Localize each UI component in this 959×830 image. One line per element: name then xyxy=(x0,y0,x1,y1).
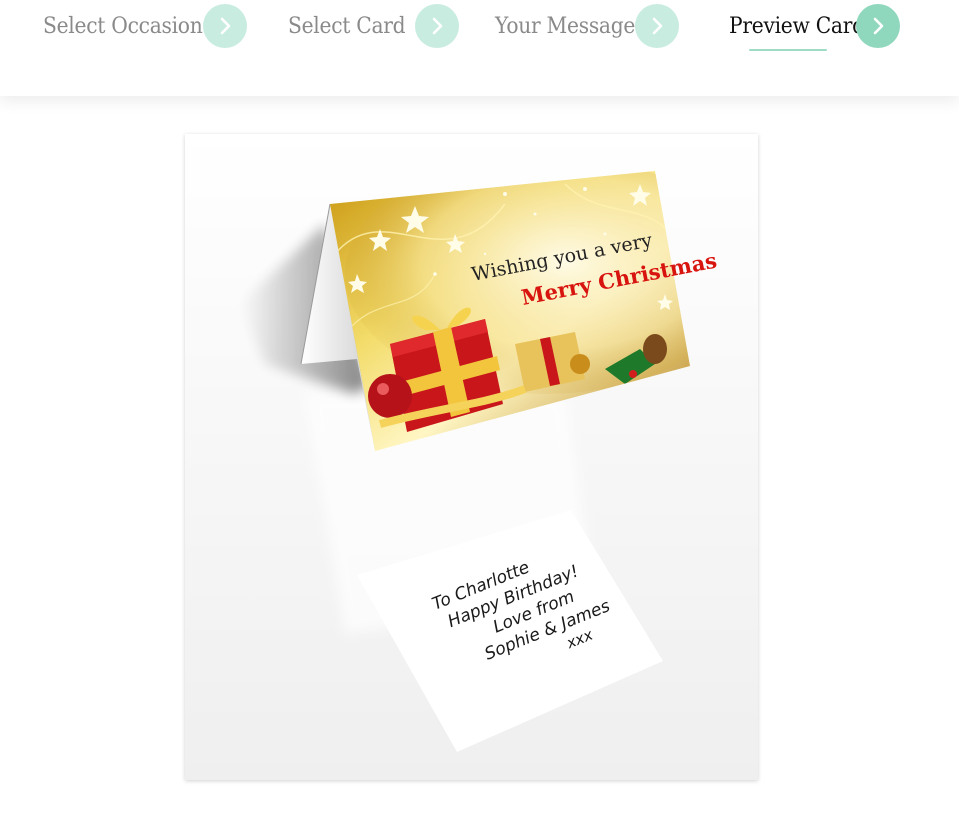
step-label: Select Card xyxy=(288,13,406,39)
step-your-message[interactable]: Your Message xyxy=(495,0,679,52)
chevron-right-icon[interactable] xyxy=(856,4,900,48)
step-progress-bar: Select Occasion Select Card Your Message… xyxy=(0,0,959,96)
chevron-right-icon[interactable] xyxy=(635,4,679,48)
step-label: Select Occasion xyxy=(43,13,203,39)
step-select-occasion[interactable]: Select Occasion xyxy=(43,0,247,52)
step-preview-card[interactable]: Preview Card xyxy=(729,0,900,52)
card-preview-panel: Wishing you a very Merry Christmas To Ch… xyxy=(185,134,758,780)
christmas-card-front: Wishing you a very Merry Christmas xyxy=(330,171,719,451)
chevron-right-icon[interactable] xyxy=(203,4,247,48)
step-select-card[interactable]: Select Card xyxy=(288,0,459,52)
step-label: Preview Card xyxy=(729,13,865,39)
chevron-right-icon[interactable] xyxy=(415,4,459,48)
card-preview-illustration: Wishing you a very Merry Christmas To Ch… xyxy=(240,171,719,752)
active-step-underline xyxy=(749,49,827,51)
step-label: Your Message xyxy=(495,13,636,39)
